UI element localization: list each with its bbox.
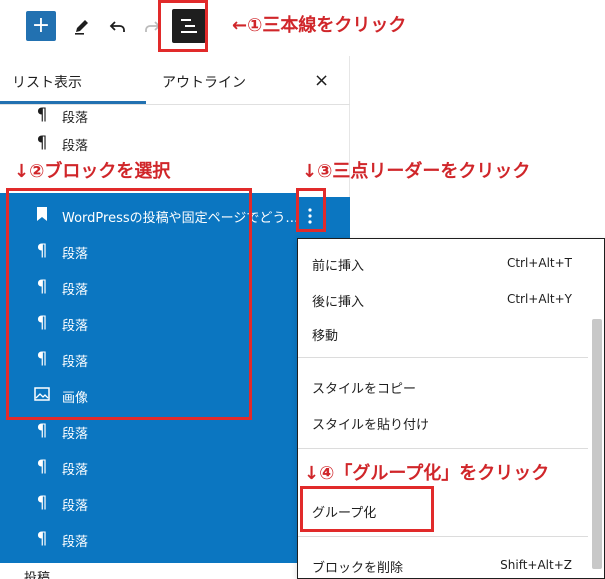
pencil-icon[interactable]: [70, 14, 94, 38]
menu-item-delete[interactable]: ブロックを削除: [312, 557, 403, 576]
annotation-step2: ↓②ブロックを選択: [14, 161, 171, 182]
list-item-label: 段落: [62, 139, 89, 154]
paragraph-icon: ¶: [36, 457, 48, 477]
list-item-label: 段落: [62, 463, 89, 478]
paragraph-icon: ¶: [36, 493, 48, 513]
list-item-label: 段落: [62, 111, 89, 126]
annotation-box-group: [300, 486, 434, 532]
menu-item-paste-styles[interactable]: スタイルを貼り付け: [312, 414, 429, 433]
menu-scrollbar[interactable]: [592, 319, 602, 569]
shortcut-insert-before: Ctrl+Alt+T: [506, 256, 572, 270]
annotation-step3: ↓③三点リーダーをクリック: [302, 161, 531, 182]
shortcut-insert-after: Ctrl+Alt+Y: [506, 292, 572, 306]
annotation-step1: ←①三本線をクリック: [232, 15, 407, 36]
menu-separator: [298, 536, 588, 537]
annotation-step4: ↓④「グループ化」をクリック: [304, 463, 550, 484]
menu-separator: [298, 357, 588, 358]
menu-item-copy-styles[interactable]: スタイルをコピー: [312, 378, 416, 397]
shortcut-delete: Shift+Alt+Z: [500, 558, 572, 572]
list-item[interactable]: ¶ 段落: [0, 125, 350, 161]
close-icon[interactable]: ×: [314, 70, 329, 91]
list-item-label: 投稿: [24, 571, 51, 579]
paragraph-icon: ¶: [36, 421, 48, 441]
menu-item-insert-before[interactable]: 前に挿入: [312, 255, 364, 274]
annotation-box-listview: [158, 0, 208, 52]
menu-separator: [298, 448, 588, 449]
paragraph-icon: ¶: [36, 105, 48, 125]
tab-list-view[interactable]: リスト表示: [12, 72, 82, 92]
annotation-box-blocks: [6, 188, 252, 420]
list-item-label: 段落: [62, 535, 89, 550]
list-item-label: 段落: [62, 427, 89, 442]
tab-outline[interactable]: アウトライン: [162, 72, 246, 92]
list-item-label: 段落: [62, 499, 89, 514]
annotation-box-options: [296, 188, 326, 232]
undo-icon[interactable]: [106, 14, 130, 38]
paragraph-icon: ¶: [36, 529, 48, 549]
paragraph-icon: ¶: [36, 133, 48, 153]
add-block-button[interactable]: +: [26, 11, 56, 41]
menu-item-insert-after[interactable]: 後に挿入: [312, 291, 364, 310]
menu-item-move[interactable]: 移動: [312, 325, 338, 344]
